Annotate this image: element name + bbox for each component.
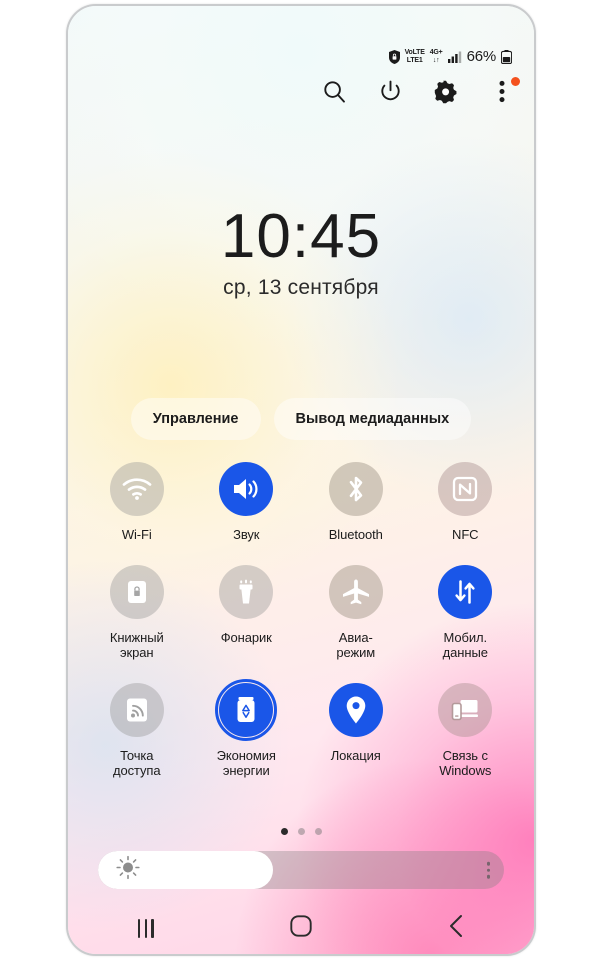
volte-top-text: VoLTE — [404, 49, 425, 56]
nfc-icon — [438, 462, 493, 516]
search-button[interactable] — [320, 80, 348, 108]
back-button[interactable] — [428, 908, 484, 948]
toggle-label: Wi-Fi — [121, 527, 152, 542]
toggle-label: NFC — [452, 527, 479, 542]
flashlight-icon — [219, 564, 274, 619]
more-vertical-icon — [499, 80, 505, 108]
toggle-label: Связь с Windows — [439, 747, 492, 779]
clock-widget[interactable]: 10:45 ср, 13 сентября — [68, 202, 534, 300]
hotspot-icon — [109, 682, 164, 737]
toggle-wifi[interactable]: Wi-Fi — [82, 458, 192, 543]
network-top-text: 4G+ — [429, 49, 443, 56]
toggle-label: Книжный экран — [109, 629, 164, 661]
toggle-nfc[interactable]: NFC — [411, 458, 521, 543]
toggle-icon-wrap — [106, 561, 168, 623]
toggle-icon-wrap — [215, 458, 277, 520]
clock-date: ср, 13 сентября — [223, 276, 379, 299]
volte-indicator: VoLTE LTE1 — [405, 49, 425, 64]
toggle-icon-wrap — [434, 561, 496, 623]
quick-panel-header — [320, 77, 520, 108]
toggle-mobile-data[interactable]: Мобил. данные — [411, 561, 521, 661]
toggle-icon-wrap — [434, 679, 496, 741]
more-vertical-icon — [486, 861, 490, 866]
screenshot-root: VoLTE LTE1 4G+ ↓↑ 66% 10:45 ср, 13 сентя… — [0, 0, 602, 964]
more-options-button[interactable] — [488, 77, 520, 108]
power-button[interactable] — [376, 80, 404, 108]
toggle-sound[interactable]: Звук — [192, 458, 302, 543]
bluetooth-icon — [328, 462, 383, 516]
search-icon — [323, 80, 346, 108]
more-vertical-icon — [486, 874, 490, 879]
control-pill[interactable]: Управление — [130, 398, 261, 440]
status-bar: VoLTE LTE1 4G+ ↓↑ 66% — [388, 48, 512, 65]
toggle-icon-wrap — [325, 561, 387, 623]
selection-ring — [215, 678, 278, 741]
toggle-flashlight[interactable]: Фонарик — [192, 561, 302, 661]
quick-panel-screen: VoLTE LTE1 4G+ ↓↑ 66% 10:45 ср, 13 сентя… — [68, 6, 534, 954]
phone-frame: VoLTE LTE1 4G+ ↓↑ 66% 10:45 ср, 13 сентя… — [66, 4, 536, 956]
network-type-indicator: 4G+ ↓↑ — [430, 49, 443, 64]
signal-bars-icon — [447, 51, 462, 63]
airplane-icon — [328, 564, 383, 619]
toggle-location[interactable]: Локация — [301, 679, 411, 779]
mobile-data-icon — [438, 564, 493, 619]
clock-time: 10:45 — [220, 202, 382, 271]
toggle-label: Мобил. данные — [442, 629, 488, 661]
network-bottom-text: ↓↑ — [432, 56, 440, 64]
quick-settings-grid: Wi-Fi Звук Bluetooth NFC Книжный экран Ф… — [82, 458, 520, 779]
recents-button[interactable] — [118, 908, 174, 948]
link-to-windows-icon — [438, 682, 493, 737]
toggle-icon-wrap — [215, 561, 277, 623]
page-indicator — [68, 828, 534, 835]
toggle-icon-wrap — [325, 679, 387, 741]
gear-icon — [434, 80, 458, 109]
brightness-sun-icon — [116, 855, 140, 885]
page-dot-1[interactable] — [280, 828, 288, 835]
volte-bottom-text: LTE1 — [406, 56, 423, 64]
more-vertical-icon — [486, 868, 490, 872]
toggle-label: Точка доступа — [113, 747, 161, 779]
page-dot-3[interactable] — [314, 828, 322, 835]
toggle-icon-wrap — [325, 458, 387, 520]
sound-icon — [219, 462, 274, 516]
toggle-label: Звук — [233, 527, 260, 542]
home-icon — [290, 914, 312, 942]
toggle-screen-lock[interactable]: Книжный экран — [82, 561, 192, 661]
battery-percent-text: 66% — [466, 48, 497, 65]
page-dot-2[interactable] — [297, 828, 305, 835]
power-icon — [379, 80, 402, 108]
toggle-icon-wrap — [106, 458, 168, 520]
settings-button[interactable] — [432, 80, 460, 108]
recents-icon — [137, 918, 154, 938]
screen-lock-icon — [109, 564, 164, 619]
brightness-options-button[interactable] — [486, 861, 490, 879]
toggle-label: Авиа-режим — [336, 629, 376, 661]
toggle-hotspot[interactable]: Точка доступа — [82, 679, 192, 779]
toggle-label: Локация — [330, 747, 381, 763]
toggle-label: Bluetooth — [328, 527, 383, 542]
brightness-slider[interactable] — [98, 851, 504, 889]
home-button[interactable] — [273, 908, 329, 948]
back-icon — [448, 914, 464, 943]
toggle-label: Экономия энергии — [216, 747, 276, 779]
media-output-pill[interactable]: Вывод медиаданных — [273, 398, 472, 440]
notification-badge — [511, 77, 520, 86]
toggle-bluetooth[interactable]: Bluetooth — [301, 458, 411, 543]
toggle-icon-wrap — [215, 678, 278, 741]
wifi-icon — [109, 462, 164, 516]
toggle-icon-wrap — [434, 458, 496, 520]
pill-button-row: Управление Вывод медиаданных — [68, 398, 534, 440]
toggle-label: Фонарик — [220, 629, 272, 645]
toggle-icon-wrap — [106, 679, 168, 741]
toggle-link-to-windows[interactable]: Связь с Windows — [411, 679, 521, 779]
toggle-airplane-mode[interactable]: Авиа-режим — [301, 561, 411, 661]
lock-shield-icon — [388, 49, 400, 64]
location-pin-icon — [328, 682, 383, 737]
toggle-power-saving[interactable]: Экономия энергии — [192, 678, 302, 779]
battery-icon — [501, 49, 512, 64]
navigation-bar — [68, 902, 534, 954]
